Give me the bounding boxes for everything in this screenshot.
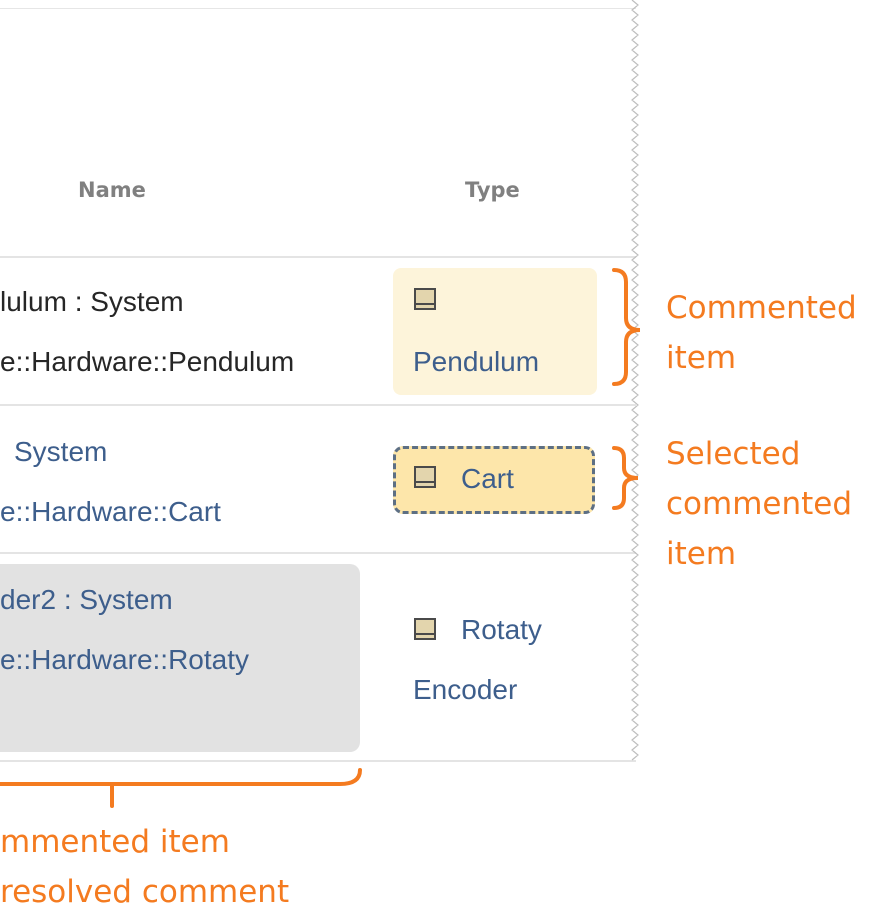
torn-edge <box>631 0 639 761</box>
element-table: Name Type lulum : System e::Hardware::Pe… <box>0 0 636 762</box>
resolved-bracket <box>0 768 362 786</box>
column-header-type[interactable]: Type <box>465 178 520 202</box>
row-name-line1[interactable]: der2 : System <box>0 584 173 616</box>
type-link-encoder[interactable]: Encoder <box>413 674 517 706</box>
annotation-resolved-line1: mmented item <box>0 824 230 860</box>
table-top-border <box>0 8 636 9</box>
row-divider <box>0 552 636 554</box>
block-icon <box>414 466 436 488</box>
row-divider <box>0 404 636 406</box>
annotation-selected-line2: commented <box>666 486 853 522</box>
annotation-commented-line1: Commented <box>666 290 857 326</box>
row-divider <box>0 256 636 258</box>
type-link-cart[interactable]: Cart <box>461 463 514 495</box>
column-header-name[interactable]: Name <box>78 178 146 202</box>
row-name-line1: lulum : System <box>0 286 184 317</box>
type-link-rotaty[interactable]: Rotaty <box>461 614 542 646</box>
annotation-commented-line2: item <box>666 340 737 376</box>
annotation-resolved-line2: resolved comment <box>0 874 290 910</box>
row-name-line2[interactable]: e::Hardware::Rotaty <box>0 644 249 676</box>
annotation-selected-line3: item <box>666 536 737 572</box>
row-name-line2[interactable]: e::Hardware::Cart <box>0 496 221 528</box>
block-icon <box>414 618 436 640</box>
row-divider <box>0 760 636 762</box>
row-name-line2: e::Hardware::Pendulum <box>0 346 295 377</box>
type-link-pendulum[interactable]: Pendulum <box>413 346 539 378</box>
block-icon <box>414 288 436 310</box>
annotation-selected-line1: Selected <box>666 436 801 472</box>
row-name-line1[interactable]: System <box>14 436 107 468</box>
